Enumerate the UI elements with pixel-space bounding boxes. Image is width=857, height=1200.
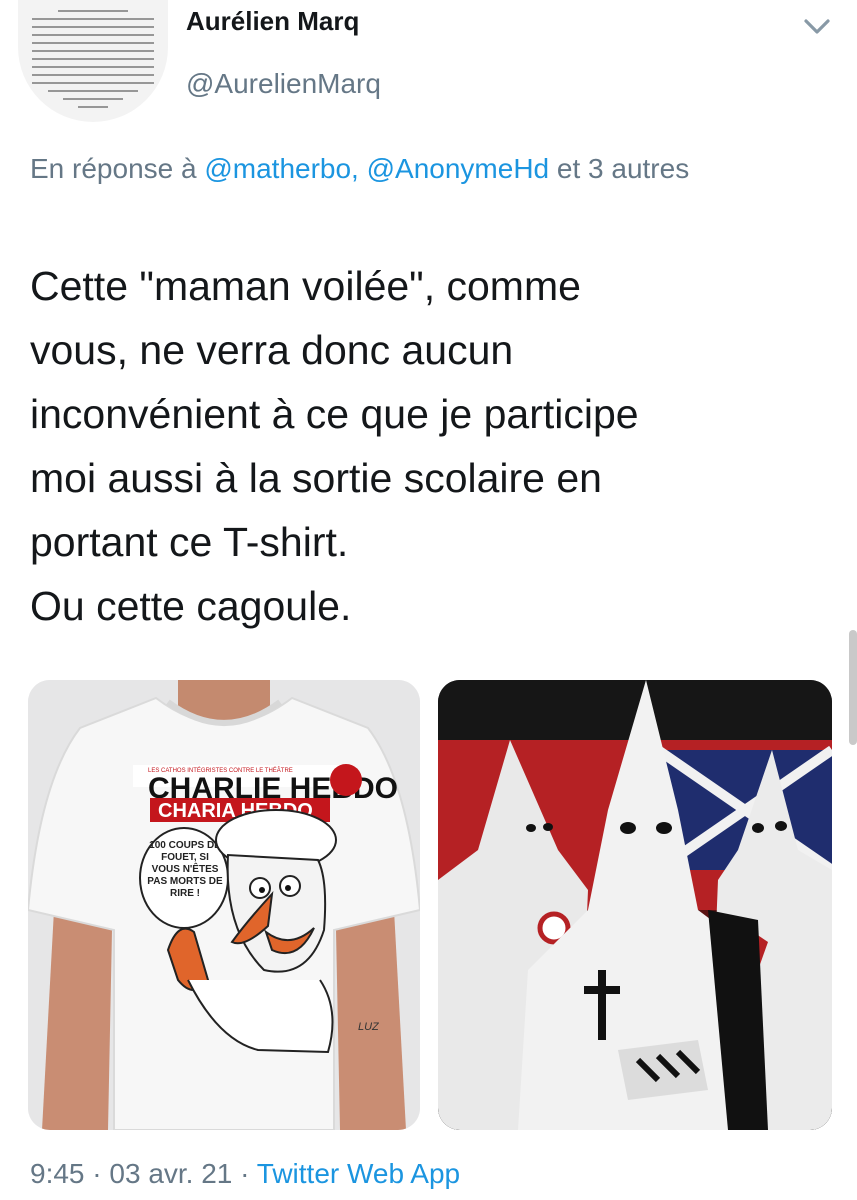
scrollbar[interactable] bbox=[849, 630, 857, 745]
reply-mentions-link[interactable]: @matherbo, @AnonymeHd bbox=[204, 153, 549, 184]
tweet-meta: 9:45 · 03 avr. 21 · Twitter Web App bbox=[30, 1158, 460, 1190]
media-tshirt-photo[interactable]: LES CATHOS INTÉGRISTES CONTRE LE THÉÂTRE… bbox=[28, 680, 420, 1130]
reply-prefix: En réponse à bbox=[30, 153, 205, 184]
author-handle[interactable]: @AurelienMarq bbox=[186, 68, 381, 100]
tweet-time[interactable]: 9:45 bbox=[30, 1158, 85, 1189]
meta-separator: · bbox=[232, 1158, 257, 1189]
chevron-down-icon[interactable] bbox=[802, 14, 832, 38]
tshirt-speech-bubble: 100 COUPS DE FOUET, SI VOUS N'ÊTES PAS M… bbox=[147, 840, 223, 899]
media-hooded-figures-photo[interactable] bbox=[438, 680, 832, 1130]
tweet-date[interactable]: 03 avr. 21 bbox=[109, 1158, 232, 1189]
tshirt-signature: LUZ bbox=[358, 1021, 380, 1033]
tweet-text: Cette "maman voilée", comme vous, ne ver… bbox=[30, 263, 639, 629]
reply-others[interactable]: et 3 autres bbox=[549, 153, 689, 184]
avatar[interactable] bbox=[18, 0, 168, 122]
tweet-source-link[interactable]: Twitter Web App bbox=[257, 1158, 460, 1189]
reply-context: En réponse à @matherbo, @AnonymeHd et 3 … bbox=[30, 144, 790, 194]
author-name[interactable]: Aurélien Marq bbox=[186, 6, 359, 37]
meta-separator: · bbox=[84, 1158, 110, 1189]
